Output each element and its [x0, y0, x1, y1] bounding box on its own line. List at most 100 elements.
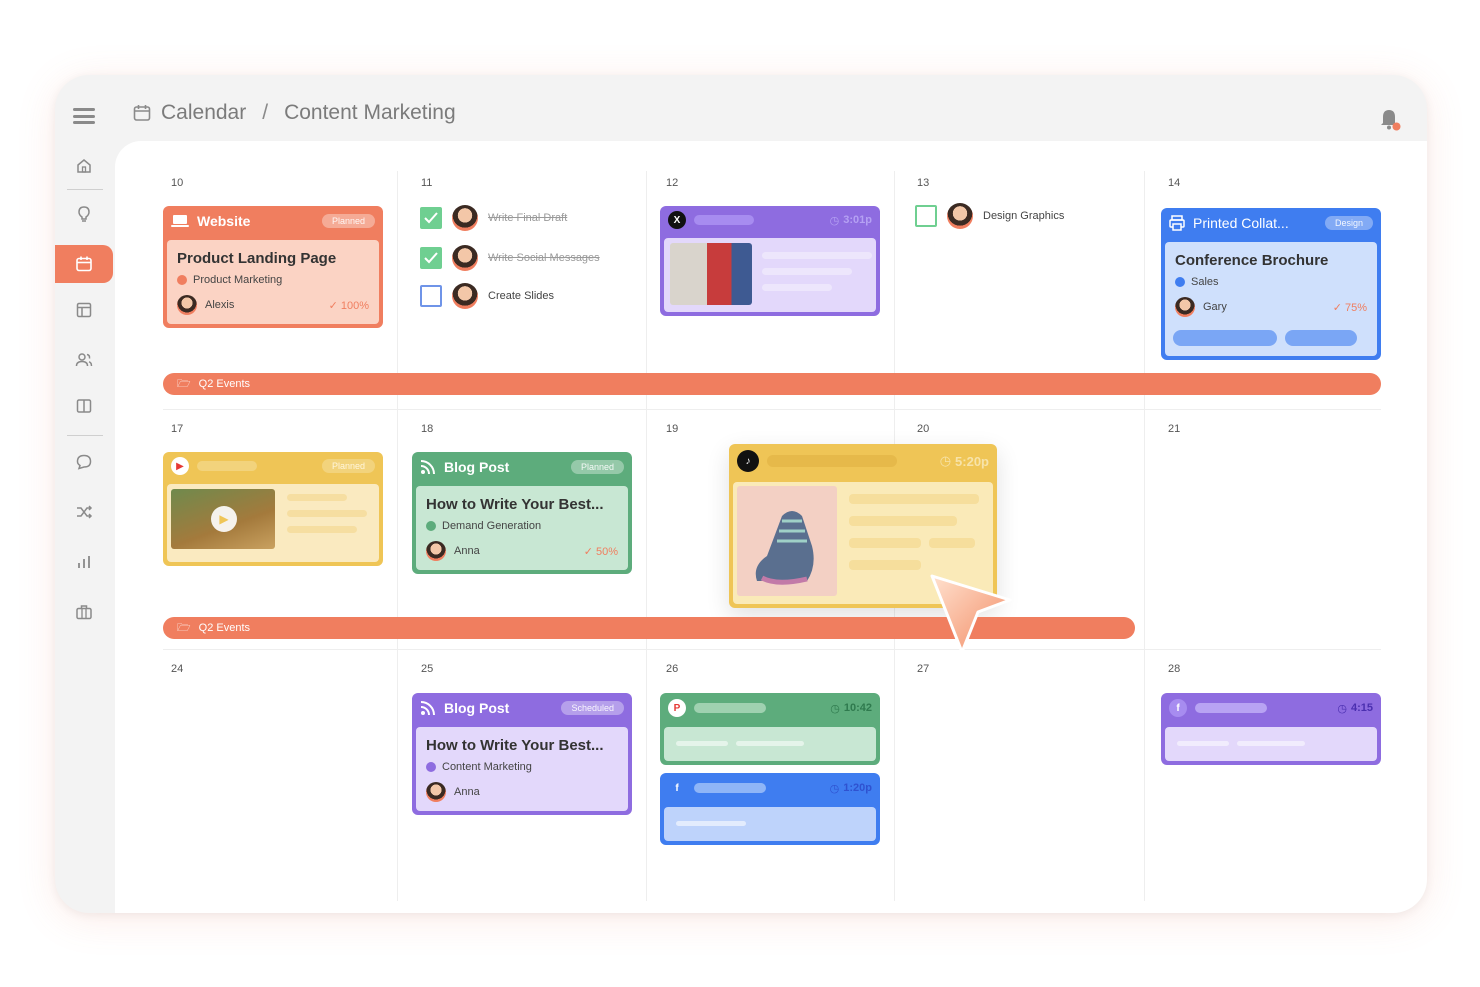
- owner-name: Anna: [454, 545, 480, 557]
- website-card[interactable]: Website Planned Product Landing Page Pro…: [163, 206, 383, 328]
- day-number: 27: [917, 663, 930, 675]
- youtube-logo-icon: ▶: [171, 457, 189, 475]
- owner-name: Alexis: [205, 299, 235, 311]
- owner-name: Gary: [1203, 301, 1227, 313]
- product-image: [737, 486, 837, 596]
- category-label: Content Marketing: [442, 761, 532, 773]
- post-time: ◷ 5:20p: [939, 453, 989, 469]
- text-placeholder: [762, 252, 872, 259]
- event-band[interactable]: 🗁 Q2 Events: [163, 373, 1381, 395]
- video-thumbnail: ▶: [171, 489, 275, 549]
- card-header: Blog Post Scheduled: [412, 693, 632, 723]
- printer-icon: [1169, 215, 1185, 231]
- sidebar-item-home[interactable]: [55, 147, 113, 185]
- sidebar-item-calendar[interactable]: [55, 245, 113, 283]
- text-placeholder: [676, 821, 746, 826]
- card-header: Printed Collat... Design: [1161, 208, 1381, 238]
- title-placeholder: [694, 783, 766, 793]
- event-label: Q2 Events: [198, 622, 250, 634]
- status-badge: Planned: [321, 214, 375, 228]
- avatar: [426, 782, 446, 802]
- text-placeholder: [1177, 741, 1229, 746]
- checkbox-checked[interactable]: [420, 247, 442, 269]
- checkbox-unchecked[interactable]: [420, 285, 442, 307]
- youtube-card[interactable]: ▶ Planned ▶: [163, 452, 383, 566]
- checkbox-checked[interactable]: [420, 207, 442, 229]
- clock-icon: ◷: [939, 453, 952, 468]
- task-item[interactable]: Write Social Messages: [420, 245, 600, 271]
- card-title: Conference Brochure: [1175, 252, 1329, 269]
- card-body: Product Landing Page Product Marketing A…: [167, 240, 379, 324]
- status-badge: Planned: [570, 460, 624, 474]
- chart-icon: [78, 556, 90, 568]
- post-time: ◷ 3:01p: [829, 214, 872, 227]
- clock-icon: ◷: [830, 702, 840, 715]
- row-divider: [163, 649, 1381, 650]
- breadcrumb-current: Content Marketing: [284, 101, 456, 124]
- card-category: Sales: [1175, 276, 1367, 288]
- card-body: How to Write Your Best... Demand Generat…: [416, 486, 628, 570]
- category-dot: [426, 762, 436, 772]
- text-placeholder: [676, 741, 728, 746]
- day-number: 14: [1168, 177, 1181, 189]
- task-item[interactable]: Write Final Draft: [420, 205, 567, 231]
- print-card[interactable]: Printed Collat... Design Conference Broc…: [1161, 208, 1381, 360]
- facebook-card[interactable]: f ◷ 1:20p: [660, 773, 880, 845]
- calendar-icon: [76, 256, 92, 272]
- post-time: ◷ 4:15: [1337, 702, 1373, 715]
- day-number: 18: [421, 423, 434, 435]
- card-body: [664, 238, 876, 312]
- card-owner: Anna: [426, 782, 618, 802]
- card-body: [664, 807, 876, 841]
- avatar: [426, 541, 446, 561]
- card-body: [664, 727, 876, 761]
- sidebar-item-ideas[interactable]: [55, 195, 113, 233]
- columns-icon: [76, 399, 92, 413]
- text-placeholder: [849, 516, 957, 526]
- text-placeholder: [287, 494, 347, 501]
- avatar: [452, 283, 478, 309]
- category-dot: [177, 275, 187, 285]
- sidebar-item-shuffle[interactable]: [55, 493, 113, 531]
- x-post-card[interactable]: X ◷ 3:01p: [660, 206, 880, 316]
- notification-bell-icon[interactable]: [1379, 107, 1401, 131]
- play-icon[interactable]: ▶: [211, 506, 237, 532]
- menu-icon[interactable]: [73, 108, 95, 124]
- folder-icon: 🗁: [177, 377, 191, 390]
- blog-post-card[interactable]: Blog Post Planned How to Write Your Best…: [412, 452, 632, 574]
- avatar: [177, 295, 197, 315]
- sidebar-item-briefcase[interactable]: [55, 593, 113, 631]
- card-owner: Alexis ✓ 100%: [177, 295, 369, 315]
- card-header: X ◷ 3:01p: [660, 206, 880, 234]
- card-header: Blog Post Planned: [412, 452, 632, 482]
- blog-post-card[interactable]: Blog Post Scheduled How to Write Your Be…: [412, 693, 632, 815]
- facebook-card[interactable]: f ◷ 4:15: [1161, 693, 1381, 765]
- sidebar-item-columns[interactable]: [55, 387, 113, 425]
- card-owner: Gary ✓ 75%: [1175, 297, 1367, 317]
- facebook-logo-icon: f: [1169, 699, 1187, 717]
- users-icon: [75, 353, 93, 367]
- sidebar-item-chat[interactable]: [55, 443, 113, 481]
- task-item[interactable]: Design Graphics: [915, 203, 1064, 229]
- folder-icon: 🗁: [177, 621, 191, 634]
- avatar: [1175, 297, 1195, 317]
- owner-name: Anna: [454, 786, 480, 798]
- sidebar-item-reports[interactable]: [55, 543, 113, 581]
- breadcrumb-separator: /: [262, 101, 269, 124]
- card-header: f ◷ 4:15: [1161, 693, 1381, 723]
- card-header: ♪ ◷ 5:20p: [729, 444, 997, 478]
- lightbulb-icon: [78, 206, 90, 222]
- day-number: 20: [917, 423, 930, 435]
- category-label: Product Marketing: [193, 274, 283, 286]
- post-image: [670, 243, 752, 305]
- breadcrumb-calendar[interactable]: Calendar: [161, 101, 246, 125]
- sidebar-item-users[interactable]: [55, 341, 113, 379]
- sidebar-item-layout[interactable]: [55, 291, 113, 329]
- shoe-icon: [755, 511, 814, 585]
- category-dot: [426, 521, 436, 531]
- pinterest-card[interactable]: P ◷ 10:42: [660, 693, 880, 765]
- task-item[interactable]: Create Slides: [420, 283, 554, 309]
- card-owner: Anna ✓ 50%: [426, 541, 618, 561]
- status-badge: Design: [1324, 216, 1373, 230]
- checkbox-unchecked[interactable]: [915, 205, 937, 227]
